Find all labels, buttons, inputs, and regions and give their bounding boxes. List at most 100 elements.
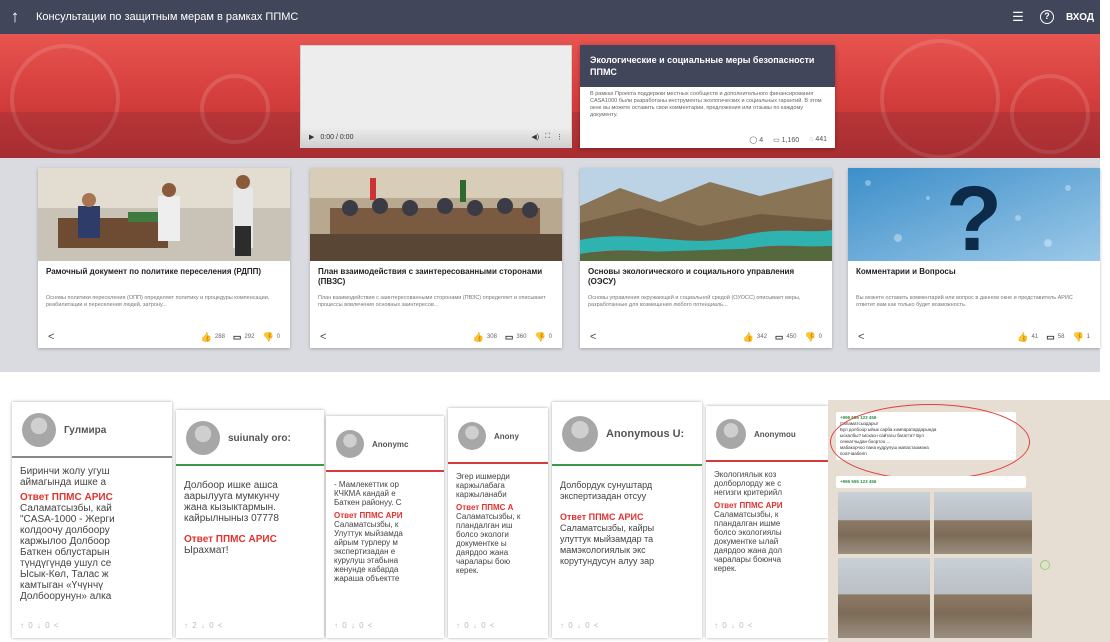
dislike-button[interactable]: 👎 0	[534, 332, 552, 343]
comment-button[interactable]: ▭ 450	[775, 332, 797, 343]
comment-line: аймагында ишке а	[20, 477, 107, 488]
share-icon[interactable]: <	[48, 331, 193, 343]
avatar	[716, 419, 746, 449]
comment-line: кайрылныныз 07778	[184, 513, 279, 524]
vote-bar[interactable]: ↑ 0 ↓ 0 <	[714, 621, 753, 630]
answer-line: чаралары боюнча	[714, 555, 782, 564]
comment-text: Эгер ишмерди каржылабага каржыланаби Отв…	[448, 464, 548, 575]
comment-card-anonymous-1: Anonymc - Мамлекеттик ор КЧКМА кандай е …	[326, 416, 444, 638]
video-time: 0:00 / 0:00	[320, 133, 354, 141]
document-card-rdpp[interactable]: Рамочный документ по политике переселени…	[38, 168, 290, 348]
like-button[interactable]: 👍 41	[1017, 332, 1038, 343]
like-button[interactable]: 👍 288	[201, 332, 225, 343]
card-description: План взаимодействия с заинтересованными …	[318, 295, 546, 308]
card-title[interactable]: Комментарии и Вопросы	[848, 261, 1100, 293]
dislike-button[interactable]: 👎 1	[1072, 332, 1090, 343]
back-arrow-icon[interactable]: ↑	[0, 7, 30, 27]
answer-line: пландалган ишме	[714, 519, 781, 528]
document-card-questions[interactable]: ? Комментарии и Вопросы Вы можете остави…	[848, 168, 1100, 348]
comment-count[interactable]: ◯ 4	[749, 136, 763, 144]
answer-line: Саламатсызбы, кайры	[560, 523, 655, 533]
like-button[interactable]: 👍 342	[743, 332, 767, 343]
like-count-value: 441	[815, 136, 827, 143]
answer-line: даярдоо жана дол	[714, 546, 783, 555]
divider	[326, 470, 444, 472]
comment-line: каржыланаби	[456, 490, 507, 499]
comment-author: Гулмира	[12, 402, 172, 458]
comment-icon: ▭	[774, 331, 784, 342]
info-card-stats: ◯ 4 ▭ 1,160 ◌ 441	[749, 136, 827, 144]
sender-phone: +996 555 123 456	[840, 479, 877, 484]
answer-line: Саламатсызбы, кай	[20, 503, 112, 514]
comment-line: Долбоор ишке ашса	[184, 480, 278, 491]
comment-icon: ▭	[1046, 331, 1055, 342]
card-title[interactable]: Рамочный документ по политике переселени…	[38, 261, 290, 293]
thumbs-up-icon: 👍	[200, 331, 212, 342]
author-name: Anonymc	[372, 439, 409, 449]
comment-button[interactable]: ▭ 292	[233, 332, 255, 343]
dislike-count: 1	[1086, 334, 1090, 340]
comment-line: Биринчи жолу угуш	[20, 466, 110, 477]
share-icon[interactable]: <	[590, 331, 735, 343]
vote-bar[interactable]: ↑ 2 ↓ 0 <	[184, 621, 223, 630]
comment-author: Anonymc	[326, 416, 444, 472]
comment-text: Биринчи жолу угуш аймагында ишке а Ответ…	[12, 458, 172, 602]
comment-line: экспертизадан отсуу	[560, 491, 647, 501]
comment-card-anonymous-4: Anonymou Экологиялык коз долборлорду же …	[706, 406, 828, 638]
help-icon[interactable]: ?	[1039, 10, 1054, 24]
divider	[12, 456, 172, 458]
comment-author: Anonymou	[706, 406, 828, 462]
volume-icon[interactable]: ◀)	[531, 133, 539, 141]
answer-line: Долбоорунун» алка	[20, 591, 112, 602]
author-name: Anonymou	[754, 429, 796, 439]
like-count[interactable]: ◌ 441	[809, 136, 827, 144]
construction-photo	[934, 492, 1032, 554]
fullscreen-icon[interactable]: ⛶	[545, 133, 550, 141]
answer-line: Баткен облустарын	[20, 547, 110, 558]
comment-line: негизги критерийл	[714, 488, 783, 497]
chat-message: +996 555 123 456	[836, 476, 1026, 488]
vote-bar[interactable]: ↑ 0 ↓ 0 <	[20, 621, 59, 630]
dislike-button[interactable]: 👎 0	[262, 332, 280, 343]
comment-button[interactable]: ▭ 58	[1046, 332, 1064, 343]
share-icon[interactable]: <	[320, 331, 465, 343]
card-title[interactable]: План взаимодействия с заинтересованными …	[310, 261, 562, 293]
answer-line: каржылоо Долбоор	[20, 536, 110, 547]
svg-text:?: ?	[946, 168, 1002, 261]
video-player[interactable]: ▶ 0:00 / 0:00 ◀) ⛶ ⋮	[300, 45, 572, 148]
card-footer: < 👍 288 ▭ 292 👎 0	[38, 331, 290, 343]
share-icon[interactable]: <	[858, 331, 1009, 343]
thumbs-up-icon: 👍	[742, 331, 754, 342]
thumbs-down-icon: 👎	[804, 331, 816, 342]
comment-author: suiunaly oro:	[176, 410, 324, 466]
divider	[176, 464, 324, 466]
play-icon[interactable]: ▶	[309, 133, 314, 141]
menu-icon[interactable]: ☰	[1004, 9, 1032, 25]
more-options-icon[interactable]: ⋮	[556, 133, 563, 141]
dislike-button[interactable]: 👎 0	[804, 332, 822, 343]
comment-button[interactable]: ▭ 360	[505, 332, 527, 343]
highlight-circle	[830, 404, 1030, 480]
divider	[706, 460, 828, 462]
river-valley-photo	[580, 168, 832, 261]
card-title[interactable]: Основы экологического и социального упра…	[580, 261, 832, 293]
like-button[interactable]: 👍 308	[473, 332, 497, 343]
like-count: 41	[1031, 334, 1039, 340]
document-card-pvzs[interactable]: План взаимодействия с заинтересованными …	[310, 168, 562, 348]
comment-text: Долбордук сунуштард экспертизадан отсуу …	[552, 466, 702, 567]
answer-label: Ответ ППМС АРИС	[20, 492, 113, 503]
thumbs-down-icon: 👎	[262, 331, 274, 342]
vote-bar[interactable]: ↑ 0 ↓ 0 <	[334, 621, 373, 630]
thumbs-up-icon: 👍	[1017, 331, 1029, 342]
avatar	[22, 413, 56, 447]
vote-bar[interactable]: ↑ 0 ↓ 0 <	[456, 621, 495, 630]
answer-line: жараша объектте	[334, 574, 400, 583]
info-card-title: Экологические и социальные меры безопасн…	[580, 45, 835, 87]
document-card-oesu[interactable]: Основы экологического и социального упра…	[580, 168, 832, 348]
forward-icon[interactable]	[1040, 560, 1050, 570]
thumbs-up-icon: 👍	[472, 331, 484, 342]
comment-line: Баткен районуу. С	[334, 498, 402, 507]
comment-author: Anonymous U:	[552, 402, 702, 466]
login-button[interactable]: ВХОД	[1066, 12, 1094, 23]
vote-bar[interactable]: ↑ 0 ↓ 0 <	[560, 621, 599, 630]
